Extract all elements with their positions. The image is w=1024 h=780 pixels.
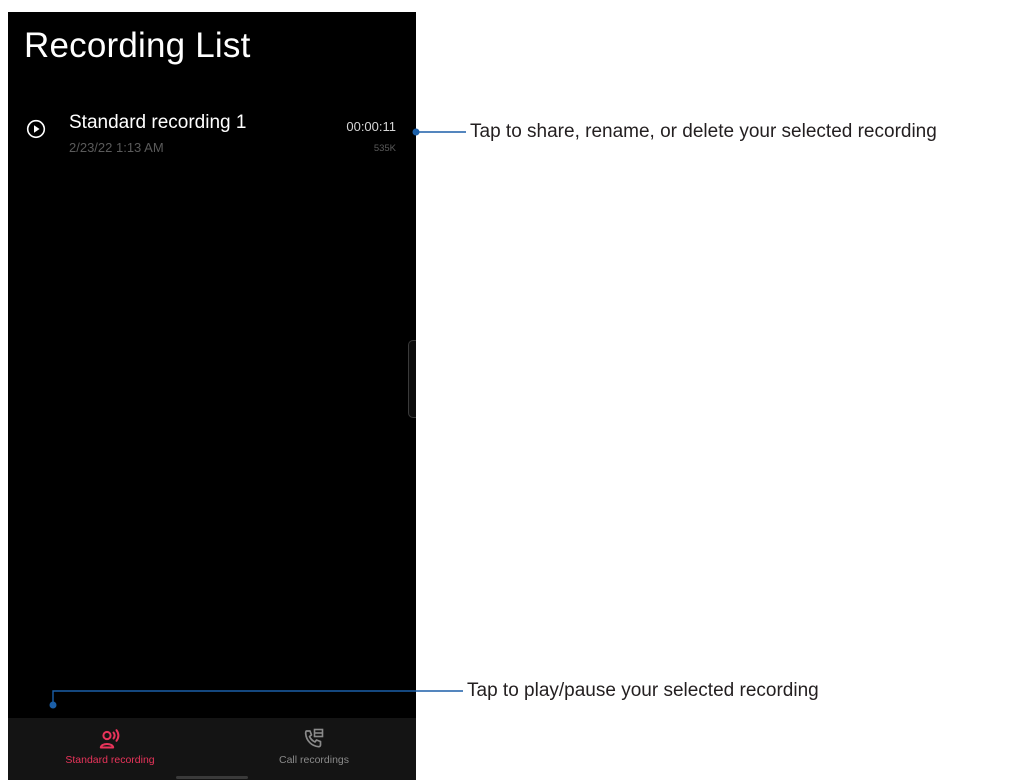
callout-lines <box>49 128 466 709</box>
page: Recording List Standard recording 1 2/23… <box>0 0 1024 780</box>
callout-share-rename-delete: Tap to share, rename, or delete your sel… <box>470 121 937 142</box>
callout-play-pause: Tap to play/pause your selected recordin… <box>467 680 819 701</box>
callout-line-play <box>52 690 463 705</box>
